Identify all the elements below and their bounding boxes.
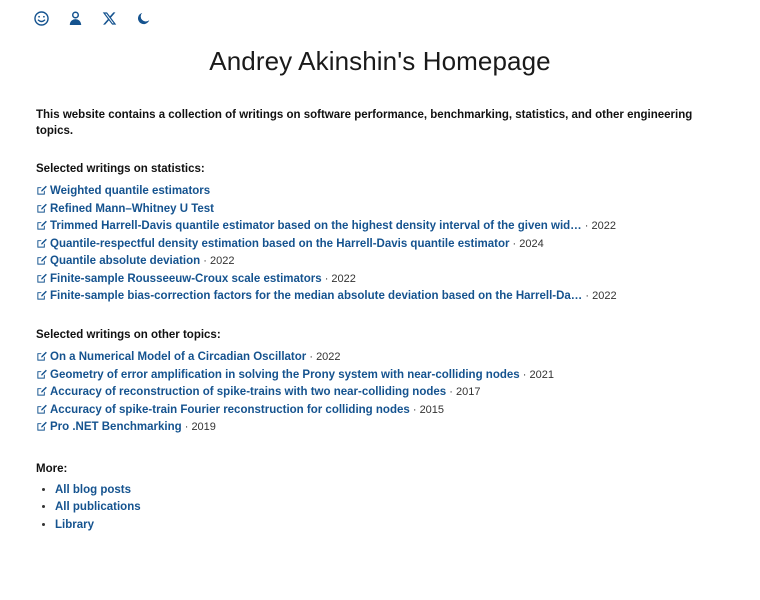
writing-year: · 2024 — [512, 237, 544, 250]
writing-link[interactable]: Pro .NET Benchmarking — [50, 421, 182, 433]
writing-item: Accuracy of reconstruction of spike-trai… — [36, 384, 724, 401]
list-item: Library — [55, 517, 724, 534]
writing-item: Trimmed Harrell-Davis quantile estimator… — [36, 218, 724, 235]
writings-list-other-topics: On a Numerical Model of a Circadian Osci… — [36, 349, 724, 436]
writing-link[interactable]: Quantile-respectful density estimation b… — [50, 238, 509, 250]
smiley-icon[interactable] — [28, 5, 54, 31]
external-link-icon — [36, 203, 47, 214]
writing-year: · 2022 — [584, 220, 616, 233]
writing-year: · 2019 — [184, 421, 216, 434]
writing-link[interactable]: Accuracy of reconstruction of spike-trai… — [50, 386, 446, 398]
x-twitter-icon[interactable] — [96, 5, 122, 31]
writing-link[interactable]: Geometry of error amplification in solvi… — [50, 369, 520, 381]
external-link-icon — [36, 351, 47, 362]
external-link-icon — [36, 220, 47, 231]
writing-link[interactable]: Refined Mann–Whitney U Test — [50, 203, 214, 215]
writing-link[interactable]: Trimmed Harrell-Davis quantile estimator… — [50, 220, 582, 232]
list-item: All blog posts — [55, 482, 724, 499]
writing-item: Accuracy of spike-train Fourier reconstr… — [36, 402, 724, 419]
writing-year: · 2022 — [324, 272, 356, 285]
list-item: All publications — [55, 499, 724, 516]
writing-item: Finite-sample Rousseeuw-Croux scale esti… — [36, 271, 724, 288]
external-link-icon — [36, 369, 47, 380]
external-link-icon — [36, 290, 47, 301]
writing-item: Weighted quantile estimators — [36, 183, 724, 200]
writing-item: Geometry of error amplification in solvi… — [36, 367, 724, 384]
writing-item: Refined Mann–Whitney U Test — [36, 201, 724, 218]
external-link-icon — [36, 255, 47, 266]
writing-year: · 2022 — [585, 290, 617, 302]
section-heading-statistics: Selected writings on statistics: — [36, 163, 205, 176]
writings-list-statistics: Weighted quantile estimators Refined Man… — [36, 183, 724, 305]
writing-link[interactable]: Finite-sample bias-correction factors fo… — [50, 290, 582, 302]
external-link-icon — [36, 238, 47, 249]
writing-item: Quantile absolute deviation · 2022 — [36, 253, 724, 270]
section-heading-other-topics: Selected writings on other topics: — [36, 329, 221, 342]
page-content: This website contains a collection of wr… — [0, 107, 760, 534]
writing-link[interactable]: On a Numerical Model of a Circadian Osci… — [50, 351, 306, 363]
person-icon[interactable] — [62, 5, 88, 31]
writing-item: Quantile-respectful density estimation b… — [36, 236, 724, 253]
writing-item: Finite-sample bias-correction factors fo… — [36, 288, 724, 305]
more-list: All blog posts All publications Library — [36, 482, 724, 534]
all-blog-posts-link[interactable]: All blog posts — [55, 484, 131, 496]
writing-year: · 2022 — [309, 351, 341, 364]
external-link-icon — [36, 185, 47, 196]
page-title: Andrey Akinshin's Homepage — [209, 46, 551, 76]
writing-item: On a Numerical Model of a Circadian Osci… — [36, 349, 724, 366]
writing-year: · 2022 — [203, 255, 235, 268]
writing-link[interactable]: Finite-sample Rousseeuw-Croux scale esti… — [50, 273, 322, 285]
external-link-icon — [36, 404, 47, 415]
library-link[interactable]: Library — [55, 519, 94, 531]
writing-link[interactable]: Weighted quantile estimators — [50, 185, 210, 197]
external-link-icon — [36, 386, 47, 397]
external-link-icon — [36, 421, 47, 432]
writing-year: · 2021 — [522, 368, 554, 381]
writing-year: · 2017 — [449, 386, 481, 399]
more-heading: More: — [36, 462, 68, 475]
writing-link[interactable]: Accuracy of spike-train Fourier reconstr… — [50, 404, 410, 416]
writing-item: Pro .NET Benchmarking · 2019 — [36, 419, 724, 436]
moon-icon[interactable] — [130, 5, 156, 31]
all-publications-link[interactable]: All publications — [55, 501, 141, 513]
topbar — [0, 0, 760, 32]
writing-year: · 2015 — [412, 403, 445, 416]
writing-link[interactable]: Quantile absolute deviation — [50, 255, 200, 267]
external-link-icon — [36, 273, 47, 284]
intro-paragraph: This website contains a collection of wr… — [36, 109, 693, 138]
